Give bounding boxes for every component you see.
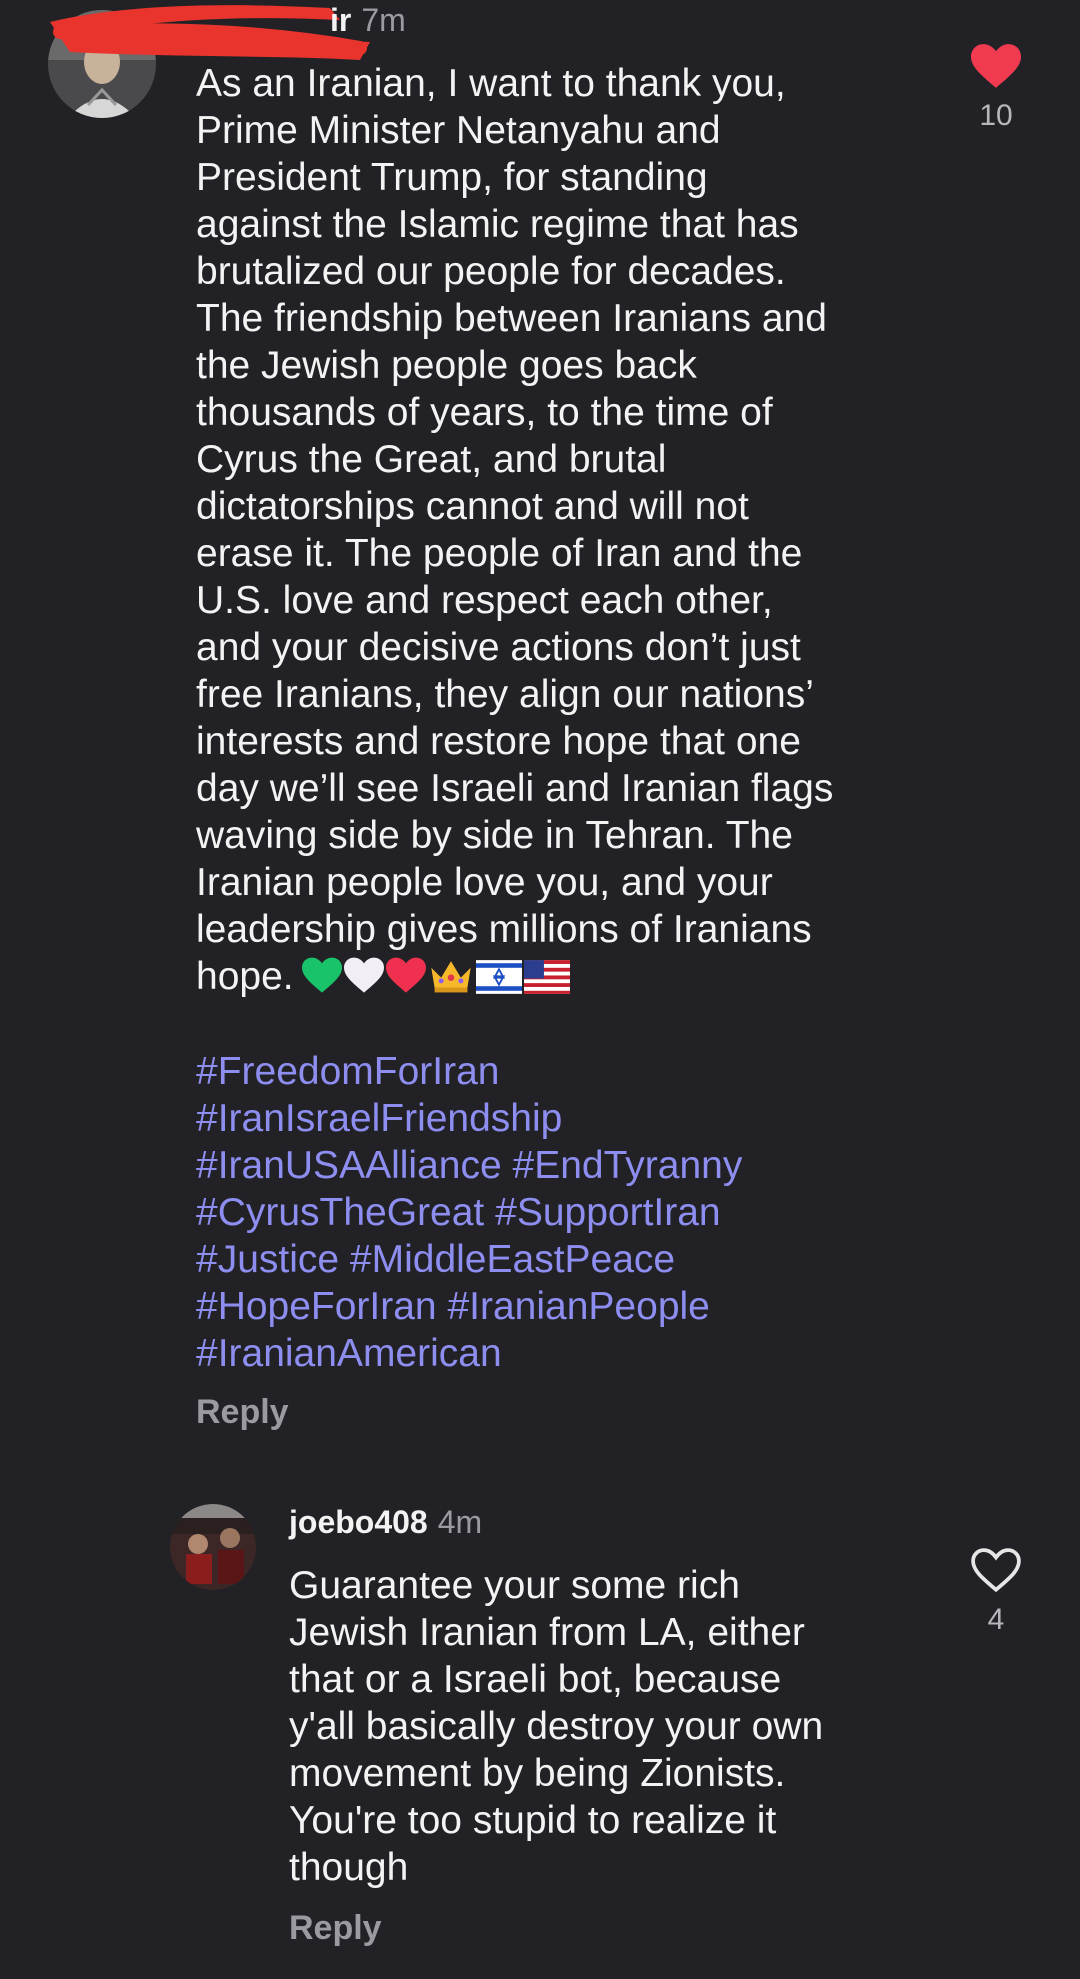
comment-text-line: Jewish Iranian from LA, either [289,1611,805,1654]
username[interactable]: joebo408 [289,1504,428,1540]
hashtag-link[interactable]: #MiddleEastPeace [350,1238,675,1281]
hashtag-line: #HopeForIran #IranianPeople [196,1283,742,1330]
comment-text-line: Cyrus the Great, and brutal [196,438,667,481]
hashtag-line: #IranianAmerican [196,1330,742,1377]
comment-text-line: against the Islamic regime that has [196,203,799,246]
like-count: 10 [979,99,1013,132]
timestamp: 4m [437,1504,483,1540]
comment-text-line: though [289,1846,409,1889]
hashtags: #FreedomForIran #IranIsraelFriendship #Ira… [196,1048,742,1377]
heart-outline-icon [971,1548,1021,1593]
comment-text-line: day we’ll see Israeli and Iranian flags [196,767,834,810]
usa-flag-emoji [523,958,570,1005]
comment-text-line: and your decisive actions don’t just [196,626,801,669]
hashtag-link[interactable]: #CyrusTheGreat [196,1191,484,1234]
red-heart-emoji [385,957,426,1006]
reply-button[interactable]: Reply [289,1908,382,1948]
hashtag-line: #IranUSAAlliance #EndTyranny [196,1142,742,1189]
green-heart-emoji [301,957,342,1006]
reply-button[interactable]: Reply [196,1392,289,1432]
israel-flag-emoji [475,958,522,1005]
hashtag-link[interactable]: #IranianPeople [447,1285,709,1328]
comment-text-line: leadership gives millions of Iranians [196,908,812,951]
comment-text-line: President Trump, for standing [196,156,708,199]
comment-text-line: erase it. The people of Iran and the [196,532,803,575]
crown-emoji [428,957,474,1006]
hashtag-link[interactable]: #IranIsraelFriendship [196,1097,562,1140]
comment-text-line: waving side by side in Tehran. The [196,814,793,857]
comment-text-line: free Iranians, they align our nations’ [196,673,814,716]
comment-text-line: hope. [196,953,833,1006]
hashtag-link[interactable]: #FreedomForIran [196,1050,499,1093]
comment-meta: joebo408 4m [289,1502,482,1542]
comment-text-line: that or a Israeli bot, because [289,1658,782,1701]
hashtag-line: #FreedomForIran [196,1048,742,1095]
avatar[interactable] [170,1504,256,1590]
hashtag-link[interactable]: #IranUSAAlliance [196,1144,502,1187]
timestamp: 7m [361,2,406,38]
comment-text-line: Prime Minister Netanyahu and [196,109,721,152]
comment-text-line: the Jewish people goes back [196,344,697,387]
comment-text-line: y'all basically destroy your own [289,1705,824,1748]
hashtag-line: #IranIsraelFriendship [196,1095,742,1142]
like-count: 4 [987,1603,1005,1636]
hashtag-link[interactable]: #Justice [196,1238,339,1281]
comment-text-line: The friendship between Iranians and [196,297,827,340]
comment-meta: ir 7m [330,0,406,40]
comment-text-line: movement by being Zionists. [289,1752,786,1795]
comment-text-line: Guarantee your some rich [289,1564,740,1607]
hashtag-link[interactable]: #SupportIran [495,1191,721,1234]
comment-text-line: dictatorships cannot and will not [196,485,749,528]
comment-text-line: Iranian people love you, and your [196,861,773,904]
username[interactable]: ir [330,2,351,38]
comment-text-line: You're too stupid to realize it [289,1799,777,1842]
hashtag-line: #CyrusTheGreat #SupportIran [196,1189,742,1236]
comment-text-line: interests and restore hope that one [196,720,801,763]
hashtag-link[interactable]: #IranianAmerican [196,1332,502,1375]
comment-text-line: thousands of years, to the time of [196,391,773,434]
comment-text-line: brutalized our people for decades. [196,250,786,293]
hashtag-link[interactable]: #EndTyranny [513,1144,743,1187]
comment-text-line: U.S. love and respect each other, [196,579,773,622]
comment-body: As an Iranian, I want to thank you, Prime… [196,60,833,1006]
heart-filled-icon [971,44,1021,88]
hashtag-line: #Justice #MiddleEastPeace [196,1236,742,1283]
comment-text-line: As an Iranian, I want to thank you, [196,62,786,105]
white-heart-emoji [343,957,384,1006]
hashtag-link[interactable]: #HopeForIran [196,1285,437,1328]
like-button[interactable]: 10 [956,44,1036,133]
comment-body: Guarantee your some rich Jewish Iranian f… [289,1562,823,1891]
emoji-group [301,957,570,1006]
like-button[interactable]: 4 [956,1548,1036,1637]
